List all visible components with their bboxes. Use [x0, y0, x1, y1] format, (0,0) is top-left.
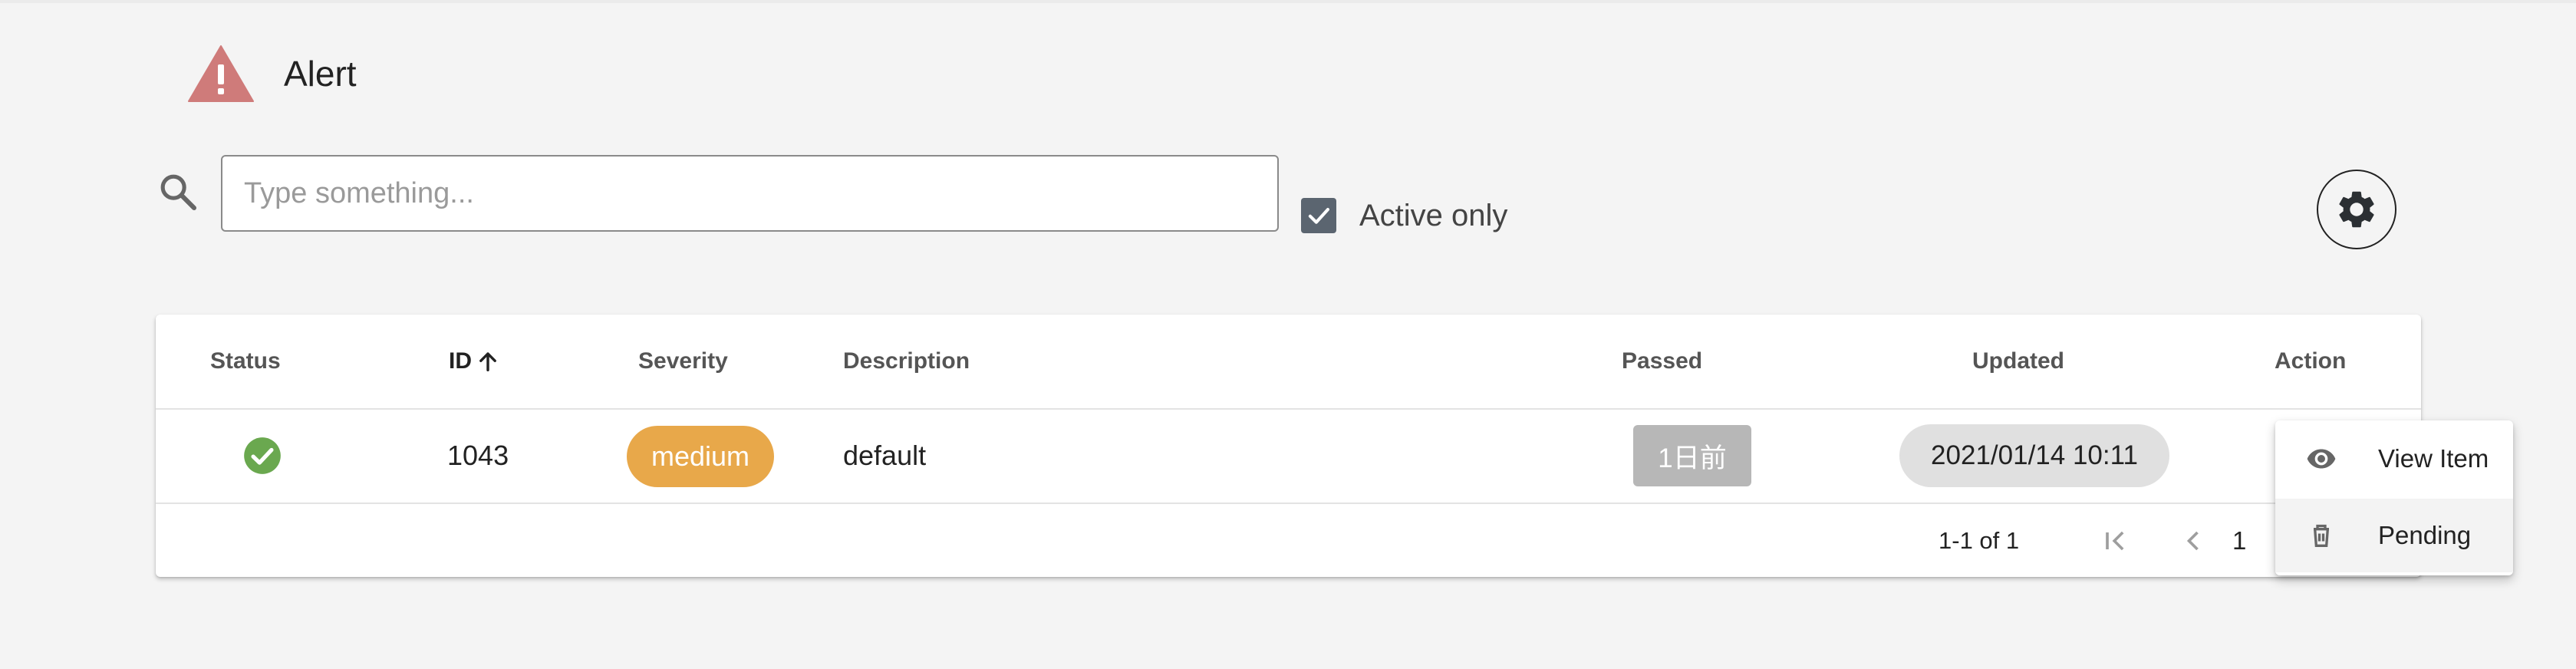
active-only-label: Active only [1359, 198, 1508, 232]
page-title: Alert [284, 54, 357, 94]
warning-triangle-icon [188, 45, 254, 102]
column-header-id[interactable]: ID [449, 315, 501, 408]
first-page-icon [2106, 531, 2124, 551]
search-input[interactable] [221, 155, 1279, 232]
menu-item-label: View Item [2378, 444, 2489, 473]
pagination-range: 1-1 of 1 [1939, 527, 2020, 554]
menu-item-pending[interactable]: Pending [2275, 499, 2513, 572]
header-divider [156, 408, 2421, 410]
updated-badge: 2021/01/14 10:11 [1899, 424, 2169, 487]
menu-item-view-item[interactable]: View Item [2275, 422, 2513, 496]
search-icon [160, 174, 197, 211]
column-header-updated[interactable]: Updated [1972, 315, 2064, 408]
column-header-status[interactable]: Status [210, 315, 281, 408]
menu-item-label: Pending [2378, 521, 2472, 549]
column-header-action: Action [2275, 348, 2347, 374]
sort-ascending-icon[interactable] [475, 348, 501, 374]
checkmark-icon [1308, 208, 1329, 224]
settings-button[interactable] [2317, 170, 2396, 249]
column-header-id-label: ID [449, 348, 472, 374]
row-description: default [843, 440, 927, 471]
gear-icon [2339, 191, 2374, 228]
column-header-passed[interactable]: Passed [1622, 315, 1702, 408]
checkbox-checked[interactable] [1301, 198, 1336, 233]
trash-icon [2314, 524, 2329, 547]
check-circle-icon [244, 437, 281, 474]
top-border [0, 0, 2576, 3]
page-header: Alert [187, 44, 357, 103]
first-page-button[interactable] [2097, 522, 2135, 560]
active-only-checkbox[interactable]: Active only [1301, 198, 1507, 233]
column-header-description[interactable]: Description [843, 315, 970, 408]
row-id: 1043 [447, 440, 509, 471]
footer-divider [156, 503, 2421, 504]
column-header-severity[interactable]: Severity [638, 315, 728, 408]
eye-icon [2307, 449, 2336, 469]
previous-page-button[interactable] [2174, 522, 2212, 560]
passed-badge: 1日前 [1633, 425, 1751, 486]
action-menu: View Item Pending [2275, 420, 2513, 575]
current-page: 1 [2232, 526, 2247, 555]
chevron-left-icon [2186, 531, 2199, 551]
alerts-table: Status ID Severity Description Passed Up… [156, 315, 2421, 577]
severity-badge: medium [627, 426, 774, 487]
